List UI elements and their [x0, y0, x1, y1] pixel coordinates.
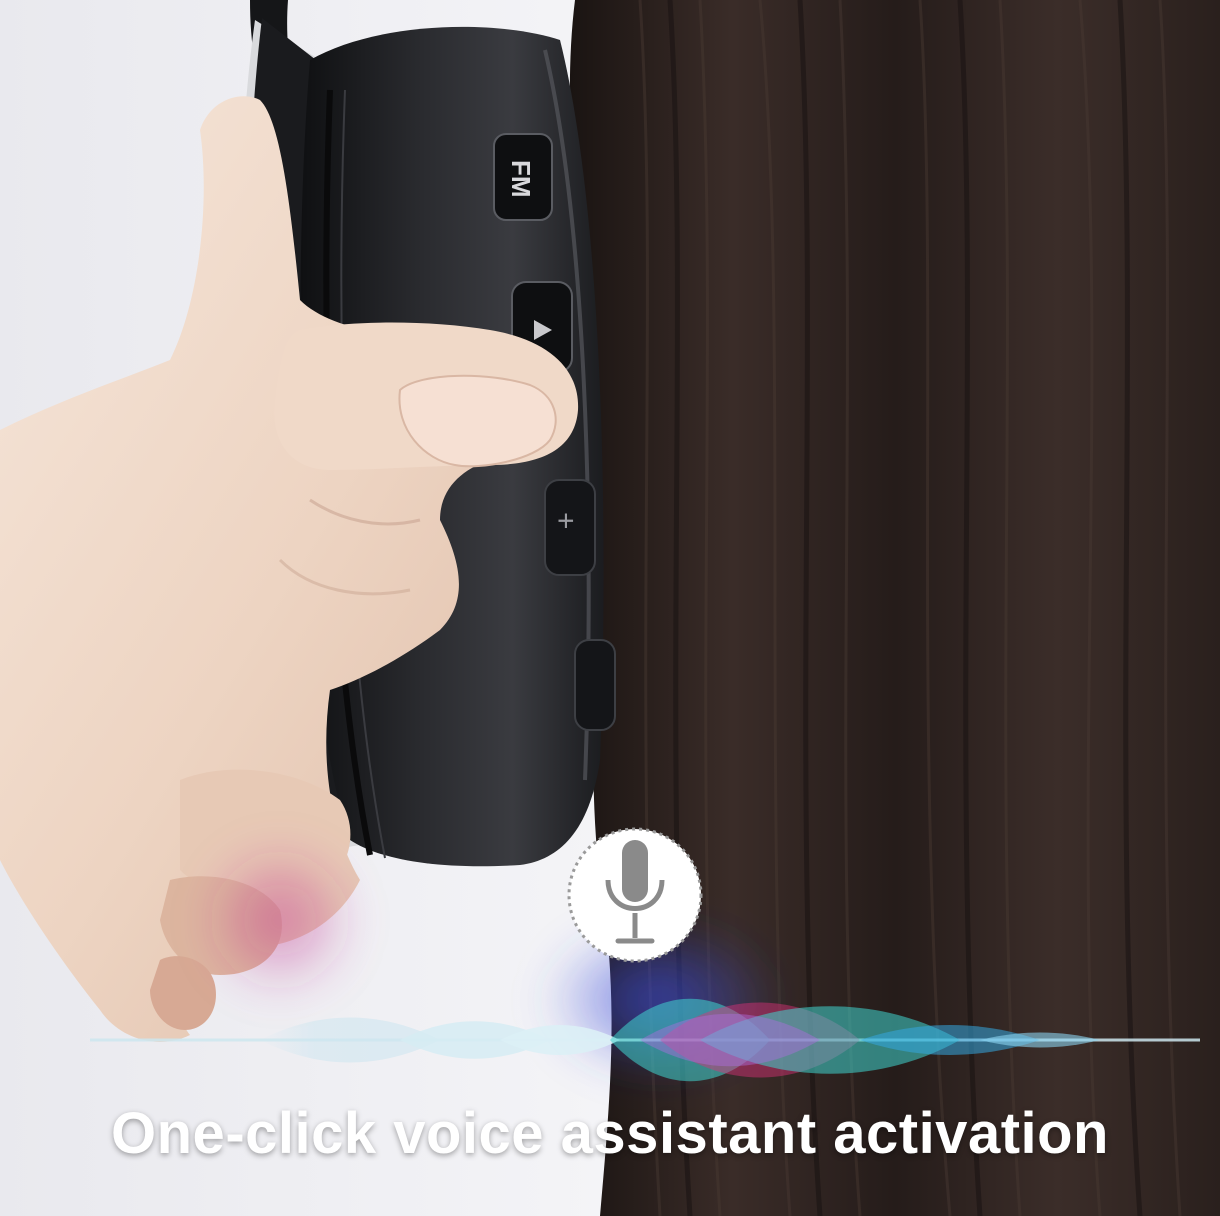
volume-down-button[interactable]: [574, 639, 616, 731]
fm-button-label: FM: [506, 160, 536, 198]
volume-up-label: +: [549, 512, 582, 530]
fm-button[interactable]: FM: [493, 133, 553, 221]
microphone-badge: [567, 827, 703, 963]
glow-pink: [200, 840, 360, 1000]
product-scene: FM + One-click voice assistant activatio…: [0, 0, 1220, 1216]
caption: One-click voice assistant activation: [111, 1101, 1109, 1166]
volume-up-button[interactable]: +: [544, 479, 596, 576]
scene-illustration: FM +: [0, 0, 1220, 1216]
